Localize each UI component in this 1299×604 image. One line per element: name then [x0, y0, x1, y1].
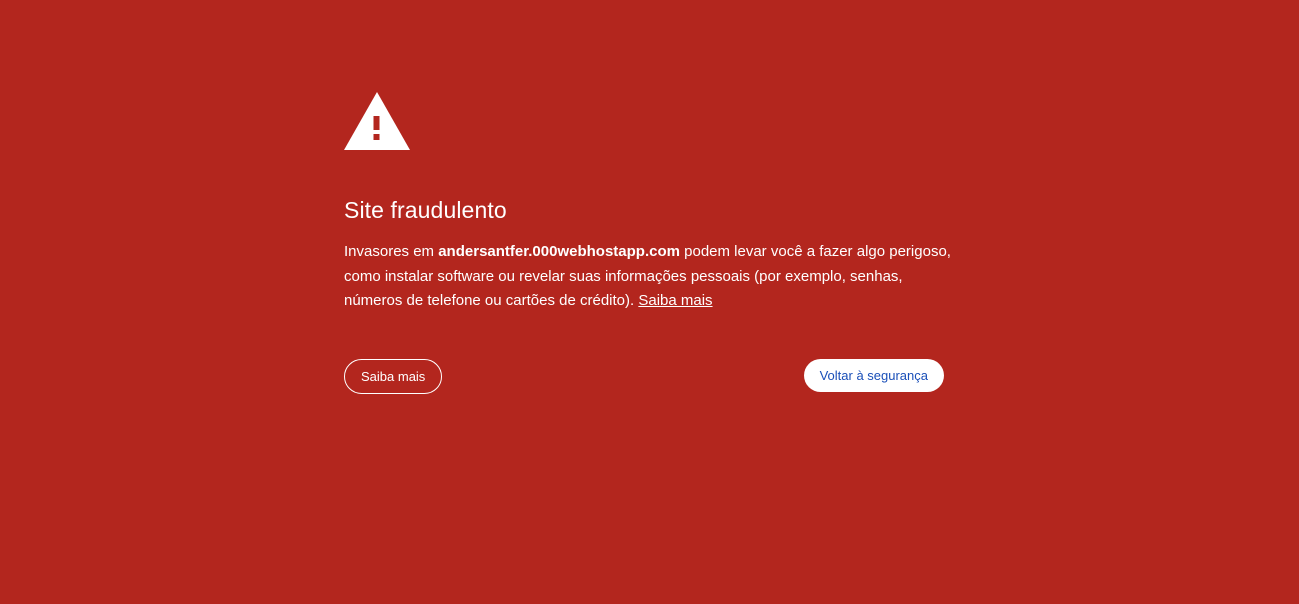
warning-message: Invasores em andersantfer.000webhostapp.… — [344, 240, 954, 314]
interstitial-page: Site fraudulento Invasores em andersantf… — [0, 0, 1299, 604]
site-domain: andersantfer.000webhostapp.com — [438, 243, 680, 260]
warning-content: Site fraudulento Invasores em andersantf… — [344, 92, 951, 314]
message-prefix: Invasores em — [344, 243, 439, 260]
action-buttons: Saiba mais Voltar à segurança — [344, 359, 944, 395]
learn-more-button[interactable]: Saiba mais — [344, 359, 443, 394]
warning-triangle-icon — [344, 92, 410, 150]
page-title: Site fraudulento — [344, 197, 507, 223]
back-to-safety-button[interactable]: Voltar à segurança — [803, 359, 944, 392]
learn-more-link[interactable]: Saiba mais — [638, 292, 712, 309]
